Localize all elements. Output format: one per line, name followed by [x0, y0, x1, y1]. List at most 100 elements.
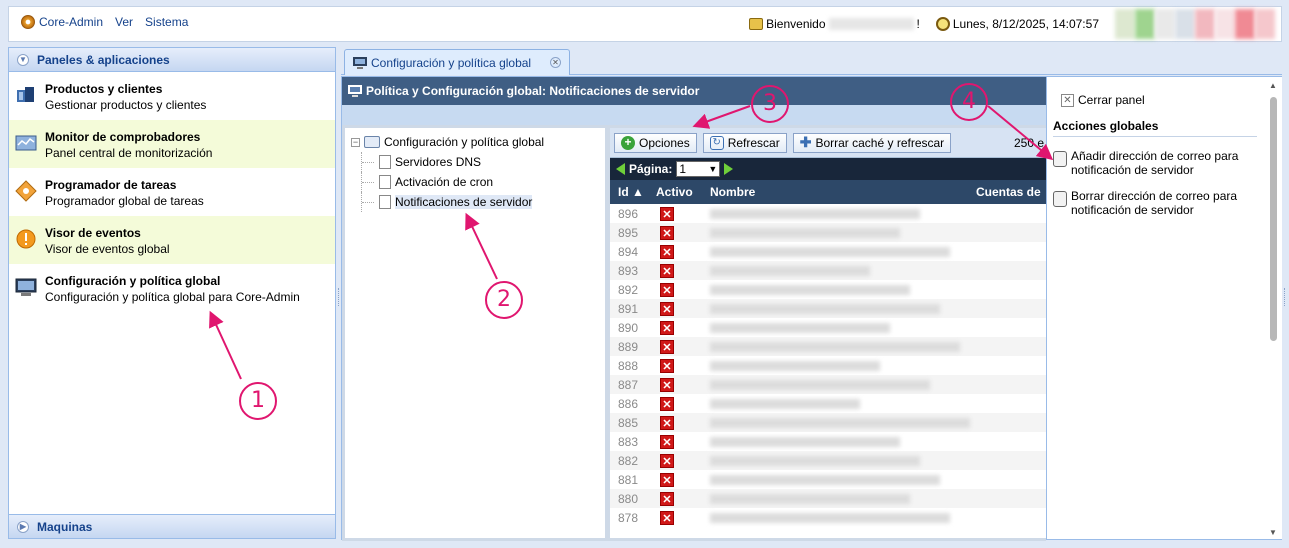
- machines-header[interactable]: ▶ Maquinas: [9, 514, 335, 538]
- inactive-icon[interactable]: ✕: [660, 358, 674, 373]
- close-icon: ✕: [1061, 93, 1074, 107]
- document-icon: [379, 195, 391, 209]
- table-row[interactable]: 883 ✕: [610, 432, 1046, 451]
- menu-core-admin[interactable]: Core-Admin: [17, 14, 107, 29]
- table-row[interactable]: 888 ✕: [610, 356, 1046, 375]
- welcome-end: !: [916, 17, 920, 31]
- table-row[interactable]: 880 ✕: [610, 489, 1046, 508]
- panel-subbar: [342, 105, 1046, 125]
- inactive-icon[interactable]: ✕: [660, 491, 674, 506]
- tree-root[interactable]: − Configuración y política global: [351, 132, 599, 152]
- inactive-icon[interactable]: ✕: [660, 415, 674, 430]
- close-panel-button[interactable]: ✕ Cerrar panel: [1053, 93, 1276, 107]
- collapse-icon[interactable]: ▼: [17, 53, 29, 66]
- row-id: 887: [618, 377, 639, 392]
- inactive-icon[interactable]: ✕: [660, 244, 674, 259]
- nav-item-title: Programador de tareas: [45, 178, 177, 192]
- page-select[interactable]: 1 ▼: [676, 161, 721, 177]
- row-id: 892: [618, 282, 639, 297]
- scroll-down-icon[interactable]: ▼: [1269, 528, 1277, 537]
- add-email-action[interactable]: Añadir dirección de correo para notifica…: [1053, 149, 1253, 177]
- page-value: 1: [679, 162, 687, 176]
- options-button[interactable]: + Opciones: [614, 132, 697, 153]
- next-page-icon[interactable]: [724, 163, 734, 175]
- panels-apps-title: Paneles & aplicaciones: [37, 52, 170, 67]
- inactive-icon[interactable]: ✕: [660, 472, 674, 487]
- nav-item-scheduler[interactable]: Programador de tareas Programador global…: [9, 168, 335, 216]
- email-device-icon: [1053, 191, 1067, 207]
- clear-cache-refresh-button[interactable]: ✚ Borrar caché y refrescar: [792, 132, 952, 153]
- welcome-label: Bienvenido: [766, 17, 826, 31]
- column-name[interactable]: Nombre: [706, 185, 972, 199]
- products-icon: [17, 87, 34, 102]
- column-id[interactable]: Id ▲: [610, 185, 652, 199]
- annotation-marker-1: 1: [239, 382, 277, 420]
- row-id: 889: [618, 339, 639, 354]
- table-row[interactable]: 896 ✕: [610, 204, 1046, 223]
- tree-item-dns[interactable]: Servidores DNS: [351, 152, 599, 172]
- tree-item-notifications[interactable]: Notificaciones de servidor: [351, 192, 599, 212]
- menu-ver[interactable]: Ver: [111, 15, 137, 29]
- inactive-icon[interactable]: ✕: [660, 434, 674, 449]
- user-icon: [749, 18, 764, 30]
- inactive-icon[interactable]: ✕: [660, 339, 674, 354]
- close-tab-icon[interactable]: ✕: [550, 57, 561, 68]
- table-row[interactable]: 891 ✕: [610, 299, 1046, 318]
- inactive-icon[interactable]: ✕: [660, 377, 674, 392]
- column-active[interactable]: Activo: [652, 185, 706, 199]
- inactive-icon[interactable]: ✕: [660, 282, 674, 297]
- table-row[interactable]: 889 ✕: [610, 337, 1046, 356]
- redacted-name: [710, 322, 890, 333]
- column-accounts[interactable]: Cuentas de: [972, 185, 1041, 199]
- table-row[interactable]: 894 ✕: [610, 242, 1046, 261]
- table-row[interactable]: 887 ✕: [610, 375, 1046, 394]
- collapse-tree-icon[interactable]: −: [351, 137, 360, 147]
- nav-item-event-viewer[interactable]: Visor de eventos Visor de eventos global: [9, 216, 335, 264]
- panels-apps-header[interactable]: ▼ Paneles & aplicaciones: [9, 48, 335, 72]
- nav-item-subtitle: Configuración y política global para Cor…: [45, 290, 300, 304]
- tree-item-cron[interactable]: Activación de cron: [351, 172, 599, 192]
- table-row[interactable]: 890 ✕: [610, 318, 1046, 337]
- tab-global-config[interactable]: Configuración y política global ✕: [344, 49, 570, 75]
- nav-item-subtitle: Panel central de monitorización: [45, 146, 213, 160]
- table-row[interactable]: 895 ✕: [610, 223, 1046, 242]
- nav-item-global-config[interactable]: Configuración y política global Configur…: [9, 264, 335, 312]
- grid-toolbar: + Opciones ↻ Refrescar ✚ Borrar caché y …: [610, 128, 1046, 158]
- inactive-icon[interactable]: ✕: [660, 320, 674, 335]
- inactive-icon[interactable]: ✕: [660, 453, 674, 468]
- table-row[interactable]: 892 ✕: [610, 280, 1046, 299]
- nav-item-monitor[interactable]: Monitor de comprobadores Panel central d…: [9, 120, 335, 168]
- inactive-icon[interactable]: ✕: [660, 301, 674, 316]
- redacted-name: [710, 341, 960, 352]
- inactive-icon[interactable]: ✕: [660, 225, 674, 240]
- inactive-icon[interactable]: ✕: [660, 510, 674, 525]
- refresh-icon: ↻: [709, 135, 724, 150]
- scroll-up-icon[interactable]: ▲: [1269, 81, 1277, 90]
- table-row[interactable]: 885 ✕: [610, 413, 1046, 432]
- redacted-name: [710, 246, 950, 257]
- left-splitter[interactable]: [338, 288, 340, 306]
- warning-icon: [16, 229, 36, 249]
- previous-page-icon[interactable]: [616, 163, 625, 175]
- row-id: 882: [618, 453, 639, 468]
- table-row[interactable]: 886 ✕: [610, 394, 1046, 413]
- vertical-scrollbar[interactable]: ▲ ▼: [1268, 81, 1278, 537]
- table-row[interactable]: 882 ✕: [610, 451, 1046, 470]
- refresh-button[interactable]: ↻ Refrescar: [702, 132, 787, 153]
- redacted-name: [710, 417, 970, 428]
- delete-email-action[interactable]: Borrar dirección de correo para notifica…: [1053, 189, 1253, 217]
- right-splitter[interactable]: [1284, 288, 1286, 306]
- table-row[interactable]: 893 ✕: [610, 261, 1046, 280]
- table-row[interactable]: 878 ✕: [610, 508, 1046, 527]
- inactive-icon[interactable]: ✕: [660, 396, 674, 411]
- document-icon: [379, 175, 391, 189]
- inactive-icon[interactable]: ✕: [660, 206, 674, 221]
- nav-item-products[interactable]: Productos y clientes Gestionar productos…: [9, 72, 335, 120]
- computer-icon: [353, 56, 367, 69]
- inactive-icon[interactable]: ✕: [660, 263, 674, 278]
- scroll-thumb[interactable]: [1270, 97, 1277, 341]
- row-id: 886: [618, 396, 639, 411]
- table-row[interactable]: 881 ✕: [610, 470, 1046, 489]
- menu-sistema[interactable]: Sistema: [141, 15, 192, 29]
- expand-icon[interactable]: ▶: [17, 520, 29, 533]
